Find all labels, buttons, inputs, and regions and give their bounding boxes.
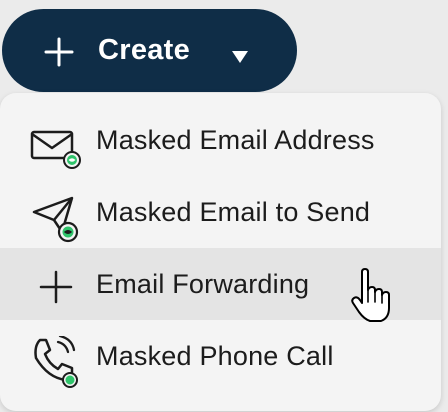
menu-item-label: Email Forwarding (96, 269, 310, 299)
send-masked-email-icon (32, 196, 79, 243)
masked-phone-call-icon (34, 336, 78, 388)
create-menu: Masked Email Address Masked Email to Sen… (0, 93, 441, 411)
plus-icon (44, 37, 74, 67)
menu-item-label: Masked Email to Send (96, 197, 371, 227)
menu-item-masked-phone-call[interactable]: Masked Phone Call (0, 320, 441, 392)
menu-item-label: Masked Email Address (96, 125, 375, 155)
hand-pointer-icon (351, 268, 390, 322)
plus-icon (39, 270, 73, 304)
menu-item-masked-email-address[interactable]: Masked Email Address (0, 104, 441, 176)
caret-down-icon (232, 51, 248, 63)
menu-item-label: Masked Phone Call (96, 341, 334, 371)
create-button-label: Create (98, 34, 191, 66)
masked-email-address-icon (30, 130, 81, 169)
create-button[interactable]: Create (2, 9, 297, 92)
menu-item-masked-email-to-send[interactable]: Masked Email to Send (0, 176, 441, 248)
